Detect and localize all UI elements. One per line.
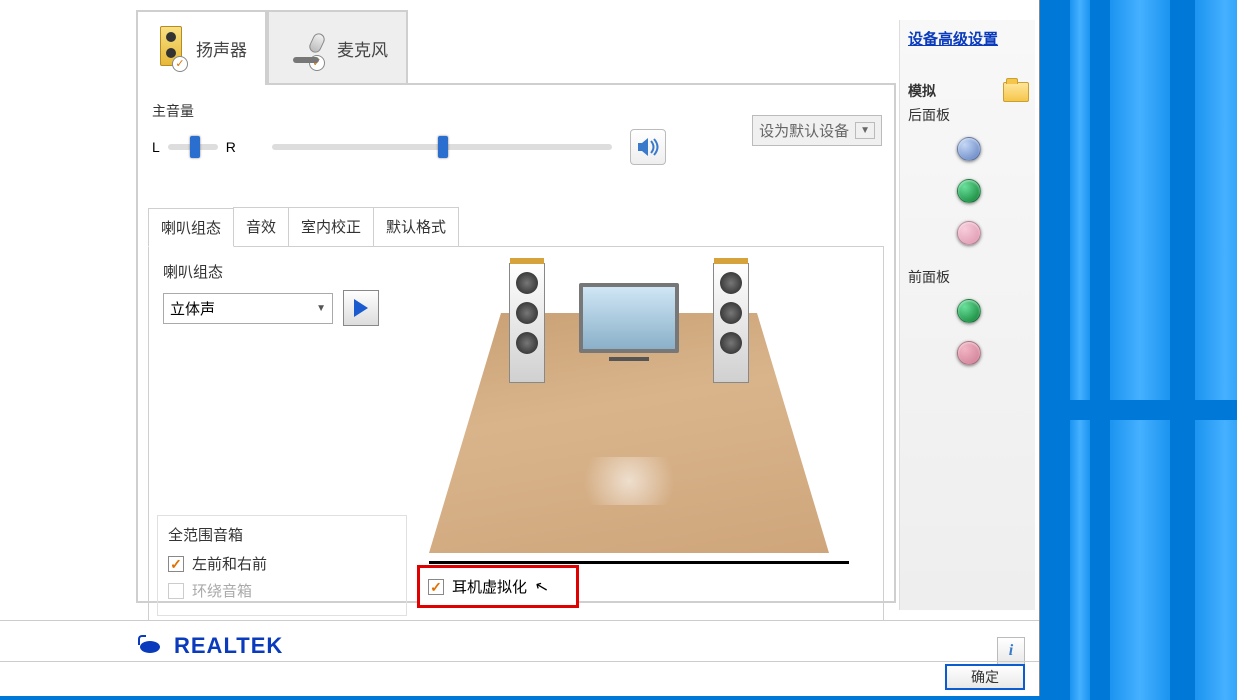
jack-front-pink[interactable] xyxy=(957,341,981,365)
subtab-room-correction[interactable]: 室内校正 xyxy=(288,207,374,246)
mouse-cursor-icon: ↖ xyxy=(533,575,551,598)
tab-microphone-label: 麦克风 xyxy=(337,36,388,61)
checkbox-front-lr-label: 左前和右前 xyxy=(192,553,267,574)
subtab-sound-effect[interactable]: 音效 xyxy=(233,207,289,246)
checkbox-front-lr[interactable] xyxy=(168,556,184,572)
device-tabs: ✓ 扬声器 ✓ 麦克风 xyxy=(136,10,896,85)
speaker-config-panel: 喇叭组态 立体声 ▼ xyxy=(148,247,884,627)
realtek-crab-icon xyxy=(136,635,164,657)
advanced-settings-link[interactable]: 设备高级设置 xyxy=(908,28,1029,49)
speaker-layout-diagram xyxy=(429,253,829,553)
play-icon xyxy=(354,299,368,317)
set-default-device-dropdown[interactable]: 设为默认设备 ▼ xyxy=(752,115,882,146)
speaker-config-value: 立体声 xyxy=(170,298,215,319)
tab-microphone[interactable]: ✓ 麦克风 xyxy=(267,10,408,85)
sound-icon xyxy=(636,137,660,157)
master-volume-slider[interactable] xyxy=(272,144,612,150)
ok-button[interactable]: 确定 xyxy=(945,664,1025,690)
folder-icon[interactable] xyxy=(1003,82,1029,102)
jack-rear-blue[interactable] xyxy=(957,137,981,161)
checkbox-surround-label: 环绕音箱 xyxy=(192,580,252,601)
realtek-brand-text: REALTEK xyxy=(174,633,283,659)
front-panel-label: 前面板 xyxy=(908,267,1029,287)
front-left-speaker-icon[interactable] xyxy=(509,263,545,383)
balance-left-label: L xyxy=(152,139,160,155)
microphone-icon: ✓ xyxy=(287,29,327,69)
speaker-icon: ✓ xyxy=(156,26,186,72)
tab-speakers-label: 扬声器 xyxy=(196,36,247,61)
balance-right-label: R xyxy=(226,139,236,155)
back-panel-label: 后面板 xyxy=(908,105,1029,125)
jack-front-green[interactable] xyxy=(957,299,981,323)
subtab-default-format[interactable]: 默认格式 xyxy=(373,207,459,246)
test-play-button[interactable] xyxy=(343,290,379,326)
subtab-speaker-config[interactable]: 喇叭组态 xyxy=(148,208,234,247)
set-default-device-label: 设为默认设备 xyxy=(759,120,849,141)
realtek-audio-manager: ✓ 扬声器 ✓ 麦克风 主音量 L R xyxy=(0,0,1040,696)
jack-rear-green[interactable] xyxy=(957,179,981,203)
connector-panel: 设备高级设置 模拟 后面板 前面板 xyxy=(899,20,1035,610)
headphone-virtual-label: 耳机虚拟化 xyxy=(452,576,527,597)
content-panel: 主音量 L R xyxy=(136,83,896,603)
chevron-down-icon: ▼ xyxy=(316,303,326,314)
tab-speakers[interactable]: ✓ 扬声器 xyxy=(136,10,267,85)
realtek-logo: REALTEK xyxy=(136,633,283,659)
full-range-title: 全范围音箱 xyxy=(168,524,396,545)
front-right-speaker-icon[interactable] xyxy=(713,263,749,383)
speaker-config-select[interactable]: 立体声 ▼ xyxy=(163,293,333,324)
headphone-virtualization-group: 耳机虚拟化 ↖ xyxy=(417,565,579,608)
balance-slider[interactable] xyxy=(168,144,218,150)
sub-tabs: 喇叭组态 音效 室内校正 默认格式 xyxy=(148,207,884,247)
jack-rear-pink[interactable] xyxy=(957,221,981,245)
checkbox-surround xyxy=(168,583,184,599)
mute-button[interactable] xyxy=(630,129,666,165)
tv-icon xyxy=(579,283,679,363)
checkbox-headphone-virtual[interactable] xyxy=(428,579,444,595)
full-range-group: 全范围音箱 左前和右前 环绕音箱 xyxy=(157,515,407,616)
footer: REALTEK i 确定 xyxy=(0,620,1039,696)
chevron-down-icon: ▼ xyxy=(855,122,875,139)
